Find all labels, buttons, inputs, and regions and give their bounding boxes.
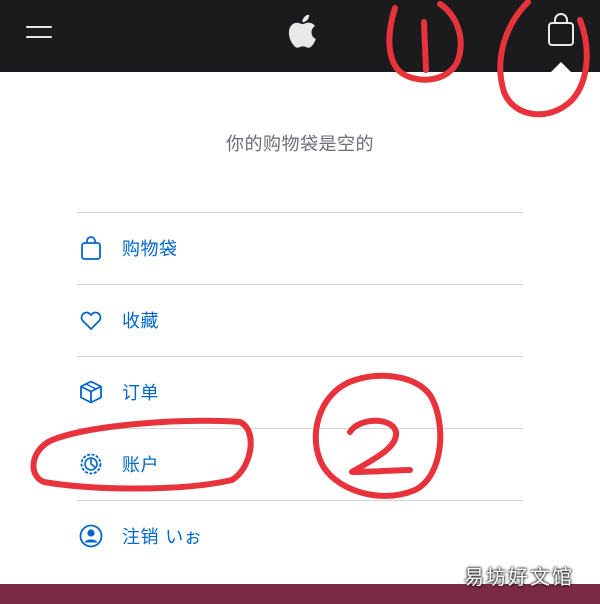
shopping-bag-icon[interactable] [543, 12, 579, 48]
menu-item-label: 收藏 [122, 311, 159, 332]
empty-bag-message: 你的购物袋是空的 [226, 134, 374, 155]
menu-item-bag[interactable]: 购物袋 [77, 213, 523, 283]
top-nav-bar [0, 0, 600, 72]
menu-item-label: 购物袋 [122, 239, 178, 260]
gear-icon [77, 450, 105, 478]
menu-item-label: 订单 [122, 383, 159, 404]
dropdown-caret [551, 62, 571, 72]
menu-item-favorites[interactable]: 收藏 [77, 285, 523, 355]
menu-item-signout[interactable]: 注销 いぉ [77, 501, 523, 571]
apple-logo[interactable] [285, 12, 317, 50]
menu-item-label: 账户 [122, 455, 159, 476]
box-icon [77, 378, 105, 406]
bag-icon [77, 234, 105, 262]
heart-icon [77, 306, 105, 334]
hamburger-menu-icon[interactable] [26, 22, 54, 42]
menu-item-orders[interactable]: 订单 [77, 357, 523, 427]
menu-item-label: 注销 いぉ [122, 527, 203, 548]
watermark-text: 易坊好文馆 [464, 565, 574, 589]
user-icon [77, 522, 105, 550]
menu-item-account[interactable]: 账户 [77, 429, 523, 499]
